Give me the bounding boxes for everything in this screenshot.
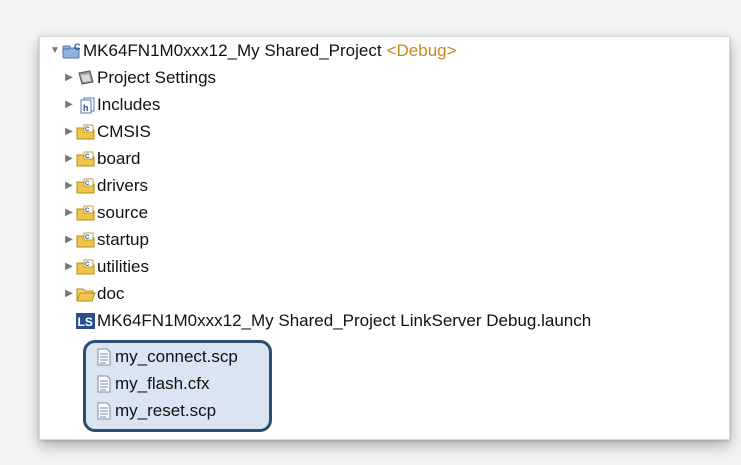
collapsed-chevron-icon[interactable]: ▶ xyxy=(62,72,76,83)
collapsed-chevron-icon[interactable]: ▶ xyxy=(62,234,76,245)
tree-item-launch-file[interactable]: LS MK64FN1M0xxx12_My Shared_Project Link… xyxy=(76,307,591,334)
tree-item-my-reset-scp[interactable]: my_reset.scp xyxy=(94,397,216,424)
svg-text:C: C xyxy=(85,262,90,268)
tree-item-project-settings[interactable]: ▶ Project Settings xyxy=(62,64,216,91)
svg-text:LS: LS xyxy=(78,315,93,329)
tree-item-includes[interactable]: ▶ h Includes xyxy=(62,91,160,118)
collapsed-chevron-icon[interactable]: ▶ xyxy=(62,261,76,272)
text-file-icon xyxy=(94,375,114,393)
linkserver-launch-icon: LS xyxy=(76,312,96,330)
source-folder-icon: C xyxy=(76,150,96,168)
tree-item-startup[interactable]: ▶ C startup xyxy=(62,226,149,253)
tree-item-label: drivers xyxy=(97,176,149,195)
c-project-icon: C xyxy=(62,42,82,60)
collapsed-chevron-icon[interactable]: ▶ xyxy=(62,99,76,110)
tree-item-utilities[interactable]: ▶ C utilities xyxy=(62,253,149,280)
svg-text:C: C xyxy=(74,42,81,52)
project-root-row[interactable]: ▼ C MK64FN1M0xxx12_My Shared_Project <De… xyxy=(48,37,457,64)
collapsed-chevron-icon[interactable]: ▶ xyxy=(62,126,76,137)
tree-item-label: CMSIS xyxy=(97,122,151,141)
project-name: MK64FN1M0xxx12_My Shared_Project xyxy=(83,41,382,60)
tree-item-my-connect-scp[interactable]: my_connect.scp xyxy=(94,343,238,370)
source-folder-icon: C xyxy=(76,204,96,222)
includes-icon: h xyxy=(76,96,96,114)
source-folder-icon: C xyxy=(76,258,96,276)
tree-item-label: Includes xyxy=(97,95,161,114)
source-folder-icon: C xyxy=(76,231,96,249)
collapsed-chevron-icon[interactable]: ▶ xyxy=(62,180,76,191)
text-file-icon xyxy=(94,402,114,420)
collapsed-chevron-icon[interactable]: ▶ xyxy=(62,153,76,164)
svg-text:C: C xyxy=(85,181,90,187)
tree-item-label: Project Settings xyxy=(97,68,217,87)
svg-text:C: C xyxy=(85,235,90,241)
svg-text:C: C xyxy=(85,208,90,214)
project-explorer-panel: ▼ C MK64FN1M0xxx12_My Shared_Project <De… xyxy=(39,36,730,440)
tree-item-label: my_reset.scp xyxy=(115,401,217,420)
tree-item-board[interactable]: ▶ C board xyxy=(62,145,140,172)
expanded-chevron-icon[interactable]: ▼ xyxy=(48,45,62,56)
project-settings-icon xyxy=(76,69,96,87)
folder-icon xyxy=(76,285,96,303)
collapsed-chevron-icon[interactable]: ▶ xyxy=(62,207,76,218)
tree-item-label: my_connect.scp xyxy=(115,347,238,366)
build-config-decoration: <Debug> xyxy=(386,41,457,60)
source-folder-icon: C xyxy=(76,177,96,195)
text-file-icon xyxy=(94,348,114,366)
tree-item-label: MK64FN1M0xxx12_My Shared_Project LinkSer… xyxy=(97,311,592,330)
tree-item-label: startup xyxy=(97,230,149,249)
tree-item-my-flash-cfx[interactable]: my_flash.cfx xyxy=(94,370,209,397)
tree-item-label: doc xyxy=(97,284,125,303)
tree-item-label: board xyxy=(97,149,141,168)
tree-item-source[interactable]: ▶ C source xyxy=(62,199,148,226)
tree-item-label: utilities xyxy=(97,257,149,276)
tree-item-label: source xyxy=(97,203,149,222)
source-folder-icon: C xyxy=(76,123,96,141)
tree-item-cmsis[interactable]: ▶ C CMSIS xyxy=(62,118,151,145)
svg-text:C: C xyxy=(85,154,90,160)
tree-item-doc[interactable]: ▶ doc xyxy=(62,280,124,307)
tree-item-label: my_flash.cfx xyxy=(115,374,210,393)
collapsed-chevron-icon[interactable]: ▶ xyxy=(62,288,76,299)
svg-text:C: C xyxy=(85,127,90,133)
tree-item-drivers[interactable]: ▶ C drivers xyxy=(62,172,148,199)
svg-text:h: h xyxy=(83,103,89,113)
